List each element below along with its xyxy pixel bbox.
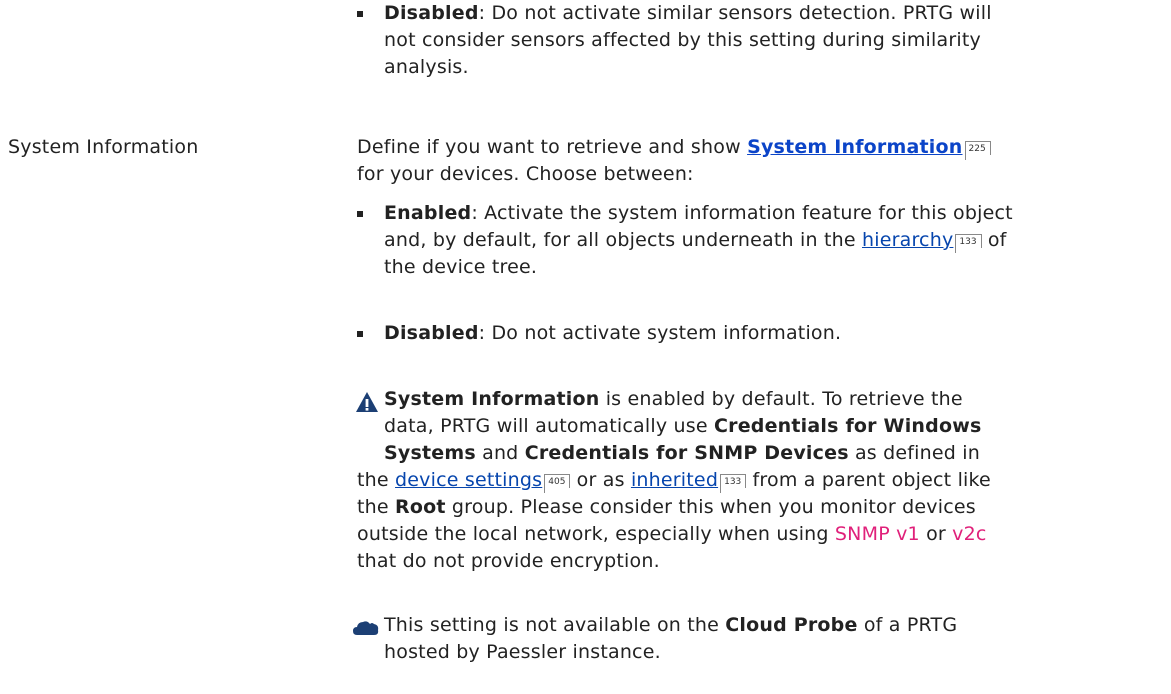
note-bold: Systems: [384, 442, 476, 464]
warning-note: System Information is enabled by default…: [357, 386, 1157, 575]
device-settings-link[interactable]: device settings: [395, 469, 542, 491]
option-disabled: Disabled: Do not activate system informa…: [384, 320, 1164, 347]
option-text: : Do not activate system information.: [478, 322, 842, 344]
setting-description: Define if you want to retrieve and show …: [357, 134, 1157, 188]
note-text: This setting is not available on the: [384, 614, 726, 636]
description-text: Define if you want to retrieve and show: [357, 136, 748, 158]
option-term: Disabled: [384, 322, 479, 344]
note-bold: Credentials for SNMP Devices: [524, 442, 849, 464]
bullet: [357, 331, 363, 337]
system-information-link[interactable]: System Information: [747, 136, 962, 158]
note-bold: Cloud Probe: [725, 614, 858, 636]
option-text: of: [981, 229, 1007, 251]
v2c-term: v2c: [952, 523, 987, 545]
note-text: or as: [570, 469, 631, 491]
option-text: : Activate the system information featur…: [471, 202, 1013, 224]
note-text: from a parent object like: [746, 469, 991, 491]
note-text: the: [357, 469, 396, 491]
note-text: and: [475, 442, 525, 464]
hierarchy-link[interactable]: hierarchy: [862, 229, 953, 251]
option-enabled: Enabled: Activate the system information…: [384, 200, 1171, 281]
note-text: group. Please consider this when you mon…: [445, 496, 976, 518]
option-text-line: not consider sensors affected by this se…: [384, 29, 981, 51]
note-text: outside the local network, especially wh…: [357, 523, 835, 545]
note-bold: Root: [395, 496, 446, 518]
option-text-line: and, by default, for all objects underne…: [384, 229, 862, 251]
option-disabled-similar: Disabled: Do not activate similar sensor…: [384, 0, 1164, 81]
note-text: or: [919, 523, 953, 545]
option-text: : Do not activate similar sensors detect…: [478, 2, 992, 24]
note-text: hosted by Paessler instance.: [384, 641, 661, 663]
page-ref-badge[interactable]: 133: [955, 234, 982, 253]
page-ref-badge[interactable]: 405: [544, 474, 571, 493]
option-term: Enabled: [384, 202, 472, 224]
note-text: that do not provide encryption.: [357, 550, 660, 572]
option-term: Disabled: [384, 2, 479, 24]
inherited-link[interactable]: inherited: [631, 469, 718, 491]
option-text-line: the device tree.: [384, 256, 538, 278]
note-bold: System Information: [384, 388, 600, 410]
cloud-icon: [353, 621, 379, 635]
note-bold: Credentials for Windows: [713, 415, 982, 437]
setting-label: System Information: [8, 136, 199, 158]
snmp-v1-term: SNMP v1: [834, 523, 920, 545]
option-text-line: analysis.: [384, 56, 469, 78]
page-ref-badge[interactable]: 133: [720, 474, 747, 493]
cloud-note: This setting is not available on the Clo…: [384, 612, 1164, 666]
note-text: data, PRTG will automatically use: [384, 415, 714, 437]
page-ref-badge[interactable]: 225: [964, 141, 991, 160]
note-text: of a PRTG: [857, 614, 958, 636]
bullet: [357, 211, 363, 217]
note-text: the: [357, 496, 396, 518]
bullet: [357, 11, 363, 17]
note-text: is enabled by default. To retrieve the: [599, 388, 963, 410]
description-text: for your devices. Choose between:: [357, 163, 694, 185]
note-text: as defined in: [848, 442, 981, 464]
